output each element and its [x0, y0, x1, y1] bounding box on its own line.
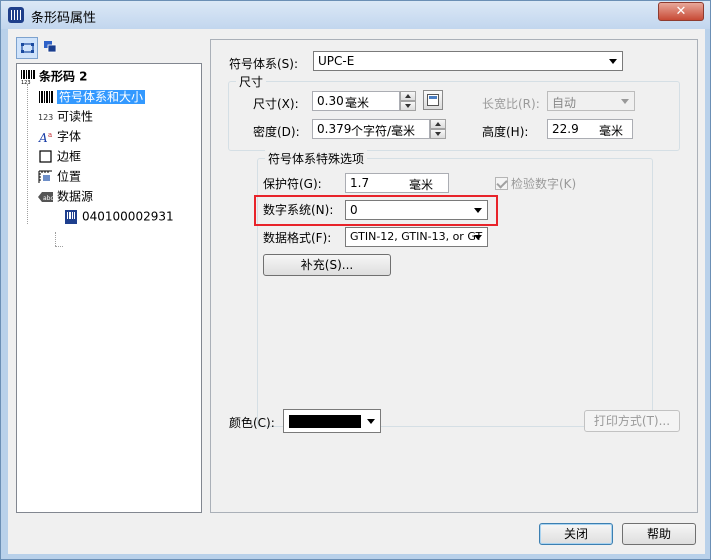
check-digit-checkbox[interactable]	[495, 177, 508, 190]
svg-text:a: a	[48, 131, 52, 139]
size-value: 0.30	[317, 94, 344, 108]
barcode-123-icon: 123	[20, 69, 36, 86]
tree-item-position[interactable]: 位置	[38, 166, 81, 186]
density-value: 0.379	[317, 122, 352, 136]
guard-label: 保护符(G):	[263, 177, 322, 191]
chevron-down-icon	[621, 99, 629, 104]
window-title: 条形码属性	[31, 11, 97, 26]
size-input[interactable]: 0.30 毫米	[312, 91, 400, 111]
color-label: 颜色(C):	[229, 416, 275, 430]
tree-item-datasource-value[interactable]: 040100002931	[63, 206, 174, 226]
border-icon	[38, 149, 54, 164]
guard-value: 1.7	[350, 176, 370, 190]
size-label: 尺寸(X):	[253, 97, 299, 111]
barcode-app-icon	[8, 7, 24, 23]
supplement-button[interactable]: 补充(S)...	[263, 254, 391, 276]
svg-text:abc: abc	[43, 195, 54, 202]
svg-text:123: 123	[21, 80, 31, 84]
data-format-dropdown[interactable]: GTIN-12, GTIN-13, or GT	[345, 227, 488, 247]
symbology-dropdown[interactable]: UPC-E	[313, 51, 623, 71]
guard-input[interactable]: 1.7 毫米	[345, 173, 449, 193]
title-bar[interactable]: 条形码属性 ✕	[1, 1, 710, 29]
tree-root-label: 条形码 2	[39, 69, 88, 84]
font-icon: Aa	[38, 130, 54, 145]
datasource-icon: abc	[38, 190, 54, 204]
tree-item-datasource[interactable]: abc 数据源	[38, 186, 93, 206]
guard-unit: 毫米	[409, 178, 434, 192]
chevron-down-icon	[474, 235, 482, 240]
symbology-label: 符号体系(S):	[229, 57, 299, 71]
tree-item-label: 符号体系和大小	[57, 89, 146, 104]
density-label: 密度(D):	[253, 125, 300, 139]
tree-item-label: 可读性	[57, 109, 94, 124]
properties-tree: 123 条形码 2 符号体系和大小 123 可读性 Aa 字体 边框 位置 ab…	[16, 63, 202, 513]
window-close-button[interactable]: ✕	[658, 2, 704, 21]
layers-view-button[interactable]	[40, 37, 62, 59]
tree-item-label: 位置	[57, 169, 82, 184]
special-options-legend: 符号体系特殊选项	[265, 150, 368, 167]
object-view-button[interactable]	[16, 37, 38, 59]
tree-item-label: 数据源	[57, 189, 94, 204]
size-unit: 毫米	[345, 96, 370, 110]
height-value: 22.9	[552, 122, 579, 136]
tree-connector	[55, 246, 63, 247]
readability-icon: 123	[38, 110, 54, 124]
close-button[interactable]: 关闭	[539, 523, 613, 545]
symbology-size-panel: 符号体系(S): UPC-E 尺寸 尺寸(X): 0.30 毫米 长宽比(R):	[210, 39, 698, 513]
density-unit: 个字符/毫米	[351, 124, 416, 138]
number-system-dropdown[interactable]: 0	[345, 200, 488, 220]
spin-up-arrow-icon[interactable]	[400, 91, 416, 101]
tree-item-border[interactable]: 边框	[38, 146, 81, 166]
ratio-value: 自动	[552, 96, 577, 110]
svg-text:A: A	[38, 131, 48, 144]
tree-item-label: 字体	[57, 129, 82, 144]
height-label: 高度(H):	[482, 125, 529, 139]
number-system-value: 0	[350, 203, 358, 217]
chevron-down-icon	[474, 208, 482, 213]
dialog-client-area: 123 条形码 2 符号体系和大小 123 可读性 Aa 字体 边框 位置 ab…	[8, 29, 705, 554]
number-system-label: 数字系统(N):	[263, 203, 334, 217]
ratio-dropdown[interactable]: 自动	[547, 91, 635, 111]
object-view-icon	[21, 43, 34, 53]
data-format-value: GTIN-12, GTIN-13, or GT	[350, 230, 483, 243]
print-method-button[interactable]: 打印方式(T)...	[584, 410, 680, 432]
barcode-properties-dialog: 条形码属性 ✕ 123 条形码 2 符号体系和大小 123 可读性 A a 字体…	[0, 0, 711, 560]
help-button[interactable]: 帮助	[622, 523, 696, 545]
chevron-down-icon	[367, 419, 375, 424]
color-swatch	[289, 415, 361, 428]
height-unit: 毫米	[599, 124, 624, 138]
spin-up-arrow-icon[interactable]	[430, 119, 446, 129]
svg-text:123: 123	[38, 113, 53, 122]
spin-down-arrow-icon[interactable]	[400, 101, 416, 111]
data-format-label: 数据格式(F):	[263, 231, 332, 245]
tree-item-label: 边框	[57, 149, 82, 164]
symbology-value: UPC-E	[318, 54, 355, 68]
position-icon	[38, 170, 54, 184]
tree-item-font[interactable]: Aa 字体	[38, 126, 81, 146]
chevron-down-icon	[609, 59, 617, 64]
tree-connector	[55, 232, 56, 246]
density-input[interactable]: 0.379 个字符/毫米	[312, 119, 430, 139]
color-dropdown[interactable]	[283, 409, 381, 433]
tree-item-readability[interactable]: 123 可读性	[38, 106, 93, 126]
height-input[interactable]: 22.9 毫米	[547, 119, 633, 139]
size-spinner[interactable]	[400, 91, 416, 111]
size-group-legend: 尺寸	[236, 73, 267, 90]
ratio-label: 长宽比(R):	[482, 97, 540, 111]
size-picker-button[interactable]	[423, 90, 443, 110]
barcode-doc-icon	[63, 209, 79, 224]
check-digit-label: 检验数字(K)	[511, 177, 577, 191]
tree-root-barcode[interactable]: 123 条形码 2	[20, 66, 88, 86]
spin-down-arrow-icon[interactable]	[430, 129, 446, 139]
window-picker-icon	[427, 94, 439, 106]
density-spinner[interactable]	[430, 119, 446, 139]
tree-item-label: 040100002931	[82, 209, 174, 224]
layers-icon	[44, 41, 57, 53]
barcode-icon	[38, 90, 54, 104]
tree-item-symbology[interactable]: 符号体系和大小	[38, 86, 146, 106]
tree-connector	[27, 84, 28, 224]
